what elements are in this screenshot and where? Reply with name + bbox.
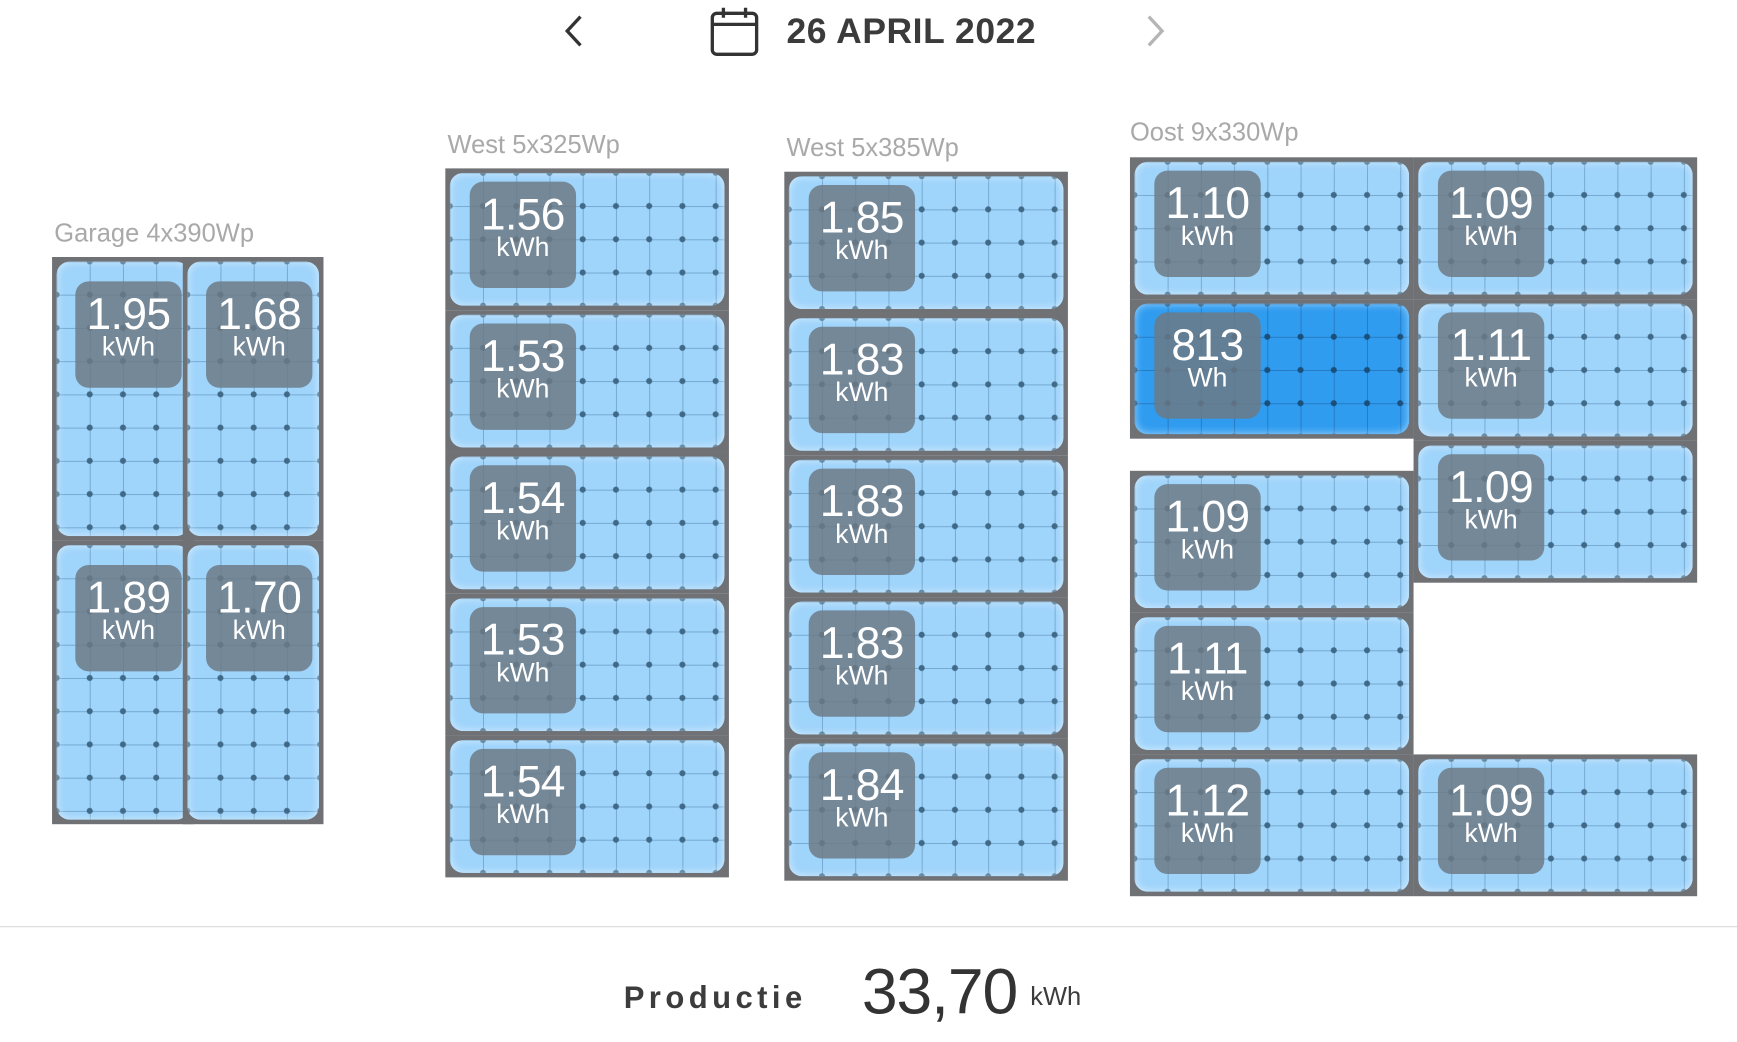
solar-panel-oost-3[interactable]: 813 Wh <box>1129 299 1414 439</box>
solar-layout: 26 APRIL 2022 Garage 4x390Wp West 5x325W… <box>0 0 1737 1041</box>
solar-panel-west385-4[interactable]: 1.83 kWh <box>784 597 1068 739</box>
solar-panel-oost-1[interactable]: 1.10 kWh <box>1129 157 1414 300</box>
panel-badge: 1.53 kWh <box>469 607 577 714</box>
panel-badge: 1.09 kWh <box>1437 170 1545 277</box>
panel-badge: 1.56 kWh <box>469 181 577 289</box>
prev-day-button[interactable] <box>554 11 594 51</box>
panel-value: 1.68 <box>217 290 302 339</box>
panel-badge: 1.83 kWh <box>808 326 916 434</box>
panel-value: 1.11 <box>1450 321 1532 371</box>
panel-badge: 1.10 kWh <box>1154 170 1261 277</box>
panel-value: 1.53 <box>480 615 566 665</box>
panel-badge: 1.83 kWh <box>808 468 916 575</box>
panel-badge: 1.85 kWh <box>808 185 916 292</box>
solar-panel-oost-8[interactable]: 1.12 kWh <box>1129 754 1414 897</box>
solar-panel-oost-9[interactable]: 1.09 kWh <box>1413 754 1698 897</box>
solar-panel-west325-5[interactable]: 1.54 kWh <box>445 735 729 878</box>
chevron-left-icon <box>564 15 582 47</box>
panel-value: 1.83 <box>819 619 905 669</box>
panel-value: 1.09 <box>1165 492 1250 542</box>
production-value: 33,70 <box>861 956 1018 1029</box>
panel-unit: Wh <box>1187 363 1228 394</box>
panel-value: 1.10 <box>1165 179 1250 229</box>
panel-value: 1.83 <box>819 335 905 385</box>
panel-badge: 1.09 kWh <box>1437 767 1545 875</box>
chevron-right-icon <box>1147 15 1165 47</box>
solar-panel-oost-2[interactable]: 1.09 kWh <box>1413 157 1698 300</box>
panel-value: 1.53 <box>480 332 566 382</box>
production-unit: kWh <box>1030 981 1082 1011</box>
group-label-garage: Garage 4x390Wp <box>54 218 254 248</box>
solar-panel-garage-3[interactable]: 1.89 kWh <box>52 540 194 825</box>
panel-badge: 1.84 kWh <box>808 752 916 859</box>
solar-panel-garage-4[interactable]: 1.70 kWh <box>182 540 324 825</box>
panel-value: 1.54 <box>480 474 566 523</box>
panel-value: 1.12 <box>1165 776 1250 826</box>
panel-badge: 1.54 kWh <box>469 465 577 572</box>
group-label-west-325: West 5x325Wp <box>447 129 620 159</box>
panel-badge: 1.12 kWh <box>1154 767 1261 875</box>
next-day-button[interactable] <box>1135 11 1175 51</box>
solar-panel-west325-4[interactable]: 1.53 kWh <box>445 593 729 736</box>
solar-panel-oost-5[interactable]: 1.09 kWh <box>1129 470 1414 613</box>
panel-badge: 1.53 kWh <box>469 323 577 430</box>
solar-panel-garage-2[interactable]: 1.68 kWh <box>182 257 324 541</box>
panel-value: 1.85 <box>819 193 905 243</box>
panel-value: 1.09 <box>1449 179 1534 229</box>
panel-value: 1.83 <box>819 477 905 527</box>
panel-value: 1.11 <box>1167 634 1248 684</box>
panel-value: 1.95 <box>86 290 171 339</box>
production-label: Productie <box>623 980 807 1015</box>
panel-badge: 1.68 kWh <box>206 281 313 388</box>
solar-panel-oost-6[interactable]: 1.09 kWh <box>1413 440 1698 583</box>
panel-badge: 1.83 kWh <box>808 610 916 717</box>
date-label[interactable]: 26 APRIL 2022 <box>787 11 1037 52</box>
panel-value: 1.89 <box>86 573 171 623</box>
solar-panel-west385-1[interactable]: 1.85 kWh <box>784 171 1068 314</box>
footer-divider <box>0 926 1737 928</box>
panel-badge: 1.95 kWh <box>75 281 182 388</box>
solar-panel-west385-5[interactable]: 1.84 kWh <box>784 738 1068 881</box>
panel-badge: 1.09 kWh <box>1437 454 1545 561</box>
solar-panel-west325-3[interactable]: 1.54 kWh <box>445 451 729 594</box>
solar-panel-west325-2[interactable]: 1.53 kWh <box>445 310 729 452</box>
panel-value: 813 <box>1171 321 1244 371</box>
panel-badge: 1.09 kWh <box>1154 484 1261 591</box>
panel-value: 1.09 <box>1449 463 1534 512</box>
panel-value: 1.54 <box>480 757 566 807</box>
solar-panel-oost-7[interactable]: 1.11 kWh <box>1129 612 1414 755</box>
solar-panel-west325-1[interactable]: 1.56 kWh <box>445 168 729 311</box>
solar-panel-oost-4[interactable]: 1.11 kWh <box>1413 299 1698 441</box>
panel-value: 1.70 <box>217 573 302 623</box>
solar-panel-west385-2[interactable]: 1.83 kWh <box>784 313 1068 456</box>
calendar-icon[interactable] <box>710 6 759 57</box>
group-label-west-385: West 5x385Wp <box>786 132 959 162</box>
panel-badge: 1.54 kWh <box>469 748 577 856</box>
panel-badge: 1.11 kWh <box>1437 312 1545 419</box>
panel-value: 1.09 <box>1449 776 1534 826</box>
group-label-oost: Oost 9x330Wp <box>1129 117 1299 147</box>
panel-value: 1.84 <box>819 761 905 810</box>
panel-badge: 813 Wh <box>1154 312 1261 419</box>
panel-badge: 1.89 kWh <box>75 564 182 672</box>
solar-panel-west385-3[interactable]: 1.83 kWh <box>784 455 1068 598</box>
panel-value: 1.56 <box>480 190 566 240</box>
panel-badge: 1.70 kWh <box>206 564 313 672</box>
solar-panel-garage-1[interactable]: 1.95 kWh <box>52 257 194 541</box>
panel-badge: 1.11 kWh <box>1154 625 1261 733</box>
